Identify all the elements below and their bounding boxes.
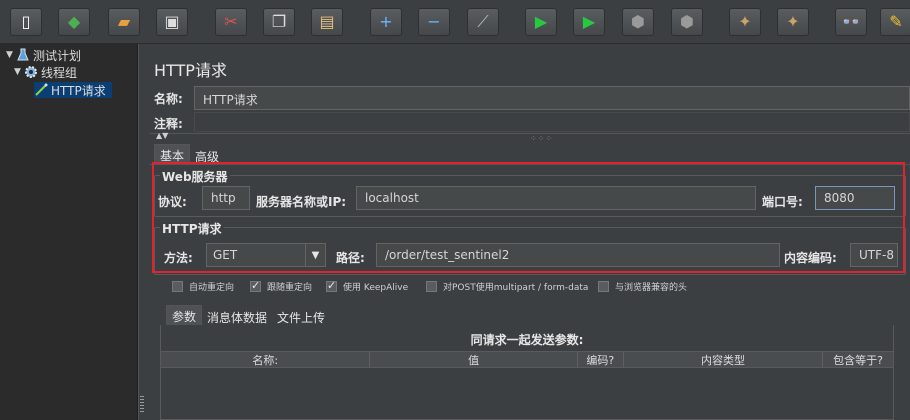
parameters-caption: 同请求一起发送参数: bbox=[470, 333, 584, 347]
checkbox-label: 跟随重定向 bbox=[267, 283, 313, 293]
checkbox-box[interactable] bbox=[172, 281, 183, 292]
shutdown-icon: ⬢ bbox=[680, 12, 694, 31]
collapse-arrows-icon[interactable]: ▲▼ bbox=[156, 131, 168, 140]
copy-icon: ❐ bbox=[271, 12, 287, 31]
name-input[interactable]: HTTP请求 bbox=[194, 86, 910, 110]
toolbar-button-toggle[interactable]: ⟋ bbox=[467, 8, 499, 36]
checkbox-label: 自动重定向 bbox=[189, 283, 235, 293]
multipart-checkbox[interactable]: 对POST使用multipart / form-data bbox=[426, 280, 588, 293]
checkbox-label: 对POST使用multipart / form-data bbox=[443, 283, 589, 293]
tab-file-upload[interactable]: 文件上传 bbox=[272, 307, 331, 327]
auto-redirect-checkbox[interactable]: 自动重定向 bbox=[172, 280, 234, 293]
toolbar-button-collapse[interactable]: − bbox=[418, 8, 450, 36]
reset-search-icon: ✎ bbox=[889, 12, 903, 31]
follow-redirect-checkbox[interactable]: 跟随重定向 bbox=[250, 279, 313, 293]
collapse-icon: − bbox=[427, 12, 441, 31]
grip-icon[interactable]: ⁘⁘⁘ bbox=[530, 134, 553, 143]
flask-icon bbox=[16, 48, 30, 62]
toolbar-button-copy[interactable]: ❐ bbox=[263, 8, 295, 36]
toolbar-button-cut[interactable]: ✂ bbox=[215, 8, 247, 36]
keepalive-checkbox[interactable]: 使用 KeepAlive bbox=[326, 279, 409, 293]
gear-icon bbox=[24, 65, 38, 79]
toolbar-button-reset-search[interactable]: ✎ bbox=[880, 8, 910, 36]
parameters-header: 名称: 值 编码? 内容类型 包含等于? bbox=[161, 351, 893, 368]
templates-icon: ◆ bbox=[67, 12, 81, 31]
toolbar-button-save[interactable]: ▣ bbox=[156, 8, 188, 36]
column-header-encode[interactable]: 编码? bbox=[578, 352, 624, 367]
toolbar-button-clear[interactable]: ✦ bbox=[729, 8, 761, 36]
collapse-bar[interactable]: ▲▼ ⁘⁘⁘ bbox=[150, 131, 910, 143]
toolbar-button-new[interactable]: ▯ bbox=[10, 8, 42, 36]
expand-arrow-icon[interactable]: ▼ bbox=[6, 50, 16, 60]
name-label: 名称: bbox=[154, 92, 183, 106]
name-row: 名称: HTTP请求 bbox=[150, 84, 910, 112]
toggle-icon: ⟋ bbox=[477, 12, 489, 31]
checkbox-box[interactable] bbox=[250, 279, 261, 292]
tab-parameters[interactable]: 参数 bbox=[166, 305, 203, 325]
tab-body-data[interactable]: 消息体数据 bbox=[202, 307, 273, 327]
start-no-pauses-icon: ▶ bbox=[582, 12, 596, 31]
toolbar-button-start-no-pauses[interactable]: ▶ bbox=[573, 8, 605, 36]
comment-label: 注释: bbox=[154, 117, 183, 131]
jmeter-window: ▯ ◆ ▰ ▣ ✂ ❐ ▤ + − ⟋ ▶ ▶ ⬢ ⬢ ✦ ✦ 👓 ✎ ▼ 测试计划 ▼ 线程组 HTTP请求 bbox=[0, 0, 910, 420]
highlight-annotation-box bbox=[152, 162, 905, 273]
save-icon: ▣ bbox=[164, 12, 180, 31]
checkbox-box[interactable] bbox=[598, 281, 609, 292]
page-title: HTTP请求 bbox=[154, 61, 227, 80]
toolbar-button-expand[interactable]: + bbox=[370, 8, 402, 36]
toolbar-button-stop[interactable]: ⬢ bbox=[622, 8, 654, 36]
open-icon: ▰ bbox=[117, 12, 131, 31]
toolbar: ▯ ◆ ▰ ▣ ✂ ❐ ▤ + − ⟋ ▶ ▶ ⬢ ⬢ ✦ ✦ 👓 ✎ bbox=[0, 0, 910, 44]
toolbar-button-search[interactable]: 👓 bbox=[835, 8, 867, 36]
column-header-value[interactable]: 值 bbox=[370, 352, 578, 367]
start-icon: ▶ bbox=[534, 12, 548, 31]
checkbox-box[interactable] bbox=[326, 279, 337, 292]
tab-basic[interactable]: 基本 bbox=[154, 144, 191, 164]
comment-input[interactable] bbox=[194, 112, 910, 132]
new-icon: ▯ bbox=[21, 12, 31, 31]
pipette-icon bbox=[34, 83, 48, 97]
tree-item-label: 线程组 bbox=[41, 65, 78, 80]
toolbar-button-start[interactable]: ▶ bbox=[525, 8, 557, 36]
browser-headers-checkbox[interactable]: 与浏览器兼容的头 bbox=[598, 280, 687, 293]
tree-item-label: 测试计划 bbox=[33, 48, 82, 63]
tree-item-test-plan[interactable]: ▼ 测试计划 bbox=[6, 47, 81, 63]
toolbar-button-shutdown[interactable]: ⬢ bbox=[671, 8, 703, 36]
clear-icon: ✦ bbox=[738, 12, 752, 31]
checkbox-label: 使用 KeepAlive bbox=[343, 283, 409, 293]
search-icon: 👓 bbox=[841, 12, 861, 31]
checkbox-box[interactable] bbox=[426, 281, 437, 292]
toolbar-button-open[interactable]: ▰ bbox=[108, 8, 140, 36]
toolbar-button-paste[interactable]: ▤ bbox=[311, 8, 343, 36]
clear-all-icon: ✦ bbox=[786, 12, 800, 31]
stop-icon: ⬢ bbox=[631, 12, 645, 31]
expand-icon: + bbox=[379, 12, 393, 31]
tree-item-label: HTTP请求 bbox=[51, 83, 106, 98]
paste-icon: ▤ bbox=[319, 12, 335, 31]
column-header-content-type[interactable]: 内容类型 bbox=[624, 352, 824, 367]
toolbar-button-templates[interactable]: ◆ bbox=[58, 8, 90, 36]
tree-item-thread-group[interactable]: ▼ 线程组 bbox=[14, 64, 77, 80]
cut-icon: ✂ bbox=[224, 12, 238, 31]
test-plan-tree: ▼ 测试计划 ▼ 线程组 HTTP请求 bbox=[0, 44, 138, 420]
column-header-name[interactable]: 名称: bbox=[161, 352, 371, 367]
toolbar-button-clear-all[interactable]: ✦ bbox=[777, 8, 809, 36]
parameters-table: 同请求一起发送参数: 名称: 值 编码? 内容类型 包含等于? bbox=[160, 325, 894, 420]
expand-arrow-icon[interactable]: ▼ bbox=[14, 67, 24, 77]
comment-row: 注释: bbox=[150, 112, 910, 132]
column-header-include-equals[interactable]: 包含等于? bbox=[823, 352, 893, 367]
checkbox-label: 与浏览器兼容的头 bbox=[615, 283, 688, 293]
tree-item-http-request[interactable]: HTTP请求 bbox=[34, 82, 112, 98]
